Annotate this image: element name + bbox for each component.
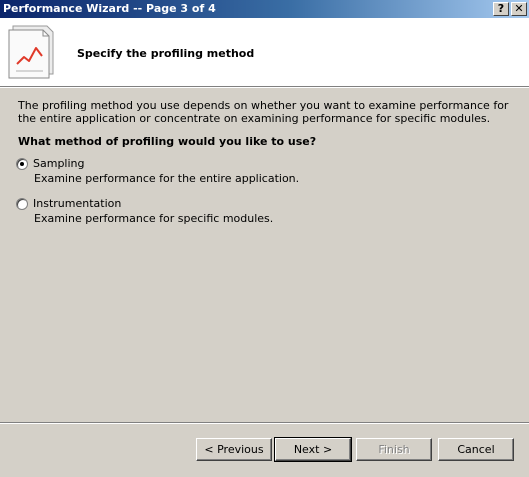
sampling-description: Examine performance for the entire appli…	[34, 172, 300, 185]
sampling-radio[interactable]	[16, 158, 28, 170]
cancel-button[interactable]: Cancel	[438, 438, 514, 461]
help-button[interactable]: ?	[493, 2, 509, 16]
title-bar[interactable]: Performance Wizard -- Page 3 of 4 ? ✕	[0, 0, 529, 18]
method-description: The profiling method you use depends on …	[18, 99, 509, 125]
instrumentation-description: Examine performance for specific modules…	[34, 212, 274, 225]
window-title: Performance Wizard -- Page 3 of 4	[3, 2, 216, 15]
close-button[interactable]: ✕	[511, 2, 527, 16]
chart-document-icon	[7, 24, 61, 83]
wizard-header: Specify the profiling method	[0, 18, 529, 87]
header-divider	[0, 87, 529, 88]
next-button[interactable]: Next >	[274, 437, 352, 462]
previous-button[interactable]: < Previous	[196, 438, 272, 461]
footer-divider-highlight	[0, 423, 529, 424]
finish-button[interactable]: Finish	[356, 438, 432, 461]
instrumentation-radio[interactable]	[16, 198, 28, 210]
radio-selected-dot	[20, 162, 24, 166]
instrumentation-label[interactable]: Instrumentation	[33, 197, 121, 210]
sampling-label[interactable]: Sampling	[33, 157, 85, 170]
page-title: Specify the profiling method	[77, 47, 255, 60]
method-question: What method of profiling would you like …	[18, 135, 317, 148]
